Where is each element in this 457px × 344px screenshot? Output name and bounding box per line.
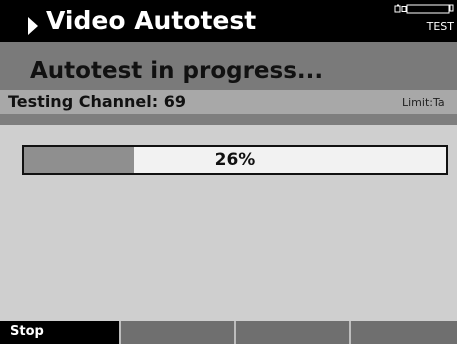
instrument-screen: Video Autotest TEST Autotest in progress… [0, 0, 457, 344]
play-triangle-icon [28, 17, 38, 35]
divider-band [0, 114, 457, 125]
testing-channel-text: Testing Channel: 69 [8, 92, 186, 111]
limit-text: Limit:Ta [402, 96, 445, 109]
battery-icon [394, 4, 454, 14]
softkey-3[interactable] [236, 321, 351, 344]
softkey-row: Stop [0, 321, 457, 344]
softkey-stop[interactable]: Stop [0, 321, 121, 344]
progress-label: 26% [214, 150, 256, 170]
progress-bar: 26% [22, 145, 448, 175]
softkey-stop-label: Stop [10, 324, 44, 339]
title-label: Video Autotest [46, 6, 257, 35]
softkey-2[interactable] [121, 321, 236, 344]
softkey-4[interactable] [351, 321, 457, 344]
mode-indicator: TEST [426, 20, 454, 33]
status-heading: Autotest in progress... [30, 58, 324, 84]
title-bar: Video Autotest TEST [0, 0, 457, 42]
